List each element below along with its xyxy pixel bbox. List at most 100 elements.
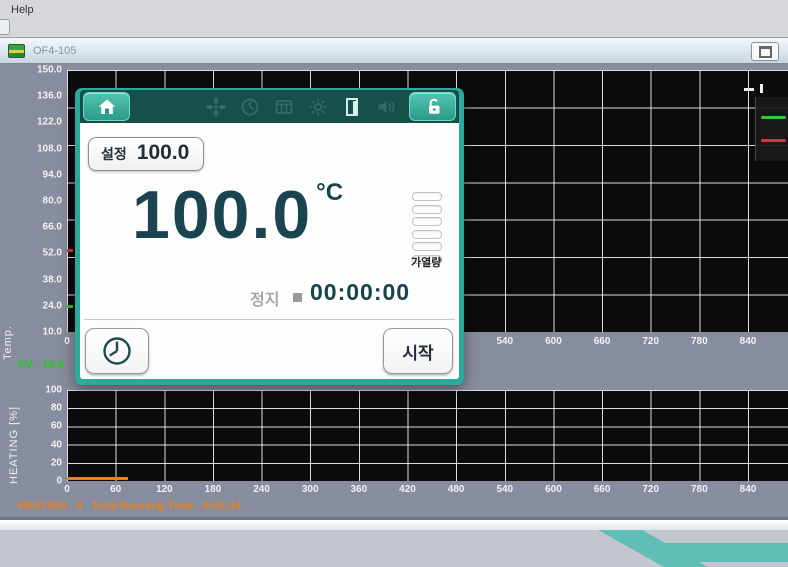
axis-tick-label: 60 [51, 421, 62, 432]
lock-open-icon [422, 96, 444, 118]
restore-icon [759, 46, 772, 58]
axis-tick-label: 660 [594, 336, 611, 347]
axis-tick-label: 780 [691, 484, 708, 495]
window-title: OF4-105 [33, 45, 76, 57]
door-open-icon [341, 96, 363, 118]
lock-button[interactable] [409, 92, 456, 121]
start-button-label: 시작 [402, 339, 433, 364]
legend-text-fragment [744, 88, 754, 91]
axis-tick-label: 20 [51, 457, 62, 468]
pv-readout: PV : 19.6 [18, 359, 64, 371]
legend-text-fragment [760, 84, 763, 93]
stop-indicator-icon [293, 293, 302, 302]
axis-tick-label: 108.0 [37, 143, 62, 154]
toolbar-button-partial[interactable] [0, 19, 10, 35]
axis-tick-label: 120 [156, 484, 173, 495]
timer-clock-icon [100, 334, 134, 368]
axis-tick-label: 60 [110, 484, 121, 495]
heating-chart-plot [67, 390, 788, 481]
axis-tick-label: 10.0 [43, 327, 62, 338]
heater-bar [412, 192, 442, 201]
axis-tick-label: 24.0 [43, 300, 62, 311]
heater-level-indicator [412, 192, 442, 264]
chamber-icon [273, 96, 295, 118]
set-temperature-button[interactable]: 설정 100.0 [88, 137, 204, 171]
heater-bar [412, 242, 442, 251]
set-label: 설정 [101, 144, 127, 164]
temperature-unit: °C [316, 179, 343, 206]
dialog-status-icons [205, 96, 397, 118]
heating-axis-title: HEATING [%] [8, 392, 20, 484]
fan-icon [205, 96, 227, 118]
elapsed-time-display: 00:00:00 [310, 279, 410, 306]
timer-button[interactable] [85, 328, 149, 374]
window-icon [8, 44, 25, 58]
run-status-label: 정지 [250, 286, 279, 310]
application-window: Help OF4-105 150.0 136.0 122.0 108.0 94.0 80.… [0, 0, 788, 567]
axis-tick-label: 40 [51, 439, 62, 450]
home-button[interactable] [83, 92, 130, 121]
status-bar-text: HEATING : 0 Total Running Time : 0:01:14 [18, 500, 241, 512]
teal-ribbon-band [655, 543, 788, 562]
axis-tick-label: 780 [691, 336, 708, 347]
heater-bar [412, 217, 442, 226]
axis-tick-label: 240 [253, 484, 270, 495]
heating-data-line [67, 477, 128, 480]
axis-tick-label: 0 [64, 484, 70, 495]
window-title-bar[interactable]: OF4-105 [0, 38, 788, 64]
axis-tick-label: 720 [642, 484, 659, 495]
axis-tick-label: 840 [740, 336, 757, 347]
sv-axis-marker [67, 249, 73, 252]
axis-tick-label: 0 [64, 336, 70, 347]
heating-y-axis: 100806040200 [26, 390, 62, 481]
temperature-value: 100.0 [132, 177, 312, 253]
axis-tick-label: 360 [351, 484, 368, 495]
axis-tick-label: 600 [545, 336, 562, 347]
bottom-gloss-stripe [0, 520, 788, 530]
temperature-y-axis: 150.0136.0122.0108.094.080.066.052.038.0… [20, 70, 62, 332]
axis-tick-label: 100 [45, 385, 62, 396]
axis-tick-label: 52.0 [43, 248, 62, 259]
restore-button[interactable] [751, 42, 779, 61]
axis-tick-label: 540 [496, 484, 513, 495]
axis-tick-label: 0 [56, 476, 62, 487]
axis-tick-label: 720 [642, 336, 659, 347]
dialog-header [80, 90, 459, 123]
axis-tick-label: 420 [399, 484, 416, 495]
light-icon [307, 96, 329, 118]
controller-dialog: 설정 100.0 100.0°C 가열량 정지 00:00:00 [75, 88, 464, 385]
start-button[interactable]: 시작 [383, 328, 453, 374]
axis-tick-label: 150.0 [37, 65, 62, 76]
dialog-body: 설정 100.0 100.0°C 가열량 정지 00:00:00 [80, 123, 459, 379]
heater-bar [412, 230, 442, 239]
axis-tick-label: 840 [740, 484, 757, 495]
pv-axis-marker [67, 305, 73, 308]
axis-tick-label: 180 [205, 484, 222, 495]
axis-tick-label: 80 [51, 403, 62, 414]
axis-tick-label: 660 [594, 484, 611, 495]
chart-legend [755, 97, 788, 161]
heating-x-axis: 0601201802403003604204805406006607207808… [67, 484, 748, 496]
axis-tick-label: 80.0 [43, 196, 62, 207]
heater-bar [412, 205, 442, 214]
set-value: 100.0 [137, 141, 190, 165]
axis-tick-label: 600 [545, 484, 562, 495]
menu-bar: Help [0, 0, 788, 38]
home-icon [96, 96, 118, 118]
temperature-axis-title: Temp. [2, 290, 14, 360]
axis-tick-label: 480 [448, 484, 465, 495]
heater-label: 가열량 [411, 254, 441, 270]
axis-tick-label: 38.0 [43, 274, 62, 285]
menu-item-help[interactable]: Help [7, 3, 38, 17]
legend-sv-line [761, 139, 786, 142]
axis-tick-label: 300 [302, 484, 319, 495]
axis-tick-label: 540 [496, 336, 513, 347]
sound-icon [375, 96, 397, 118]
legend-pv-line [761, 116, 786, 119]
dialog-divider [84, 319, 455, 320]
axis-tick-label: 66.0 [43, 222, 62, 233]
axis-tick-label: 136.0 [37, 91, 62, 102]
temperature-display: 100.0°C [132, 181, 343, 249]
axis-tick-label: 122.0 [37, 117, 62, 128]
axis-tick-label: 94.0 [43, 169, 62, 180]
